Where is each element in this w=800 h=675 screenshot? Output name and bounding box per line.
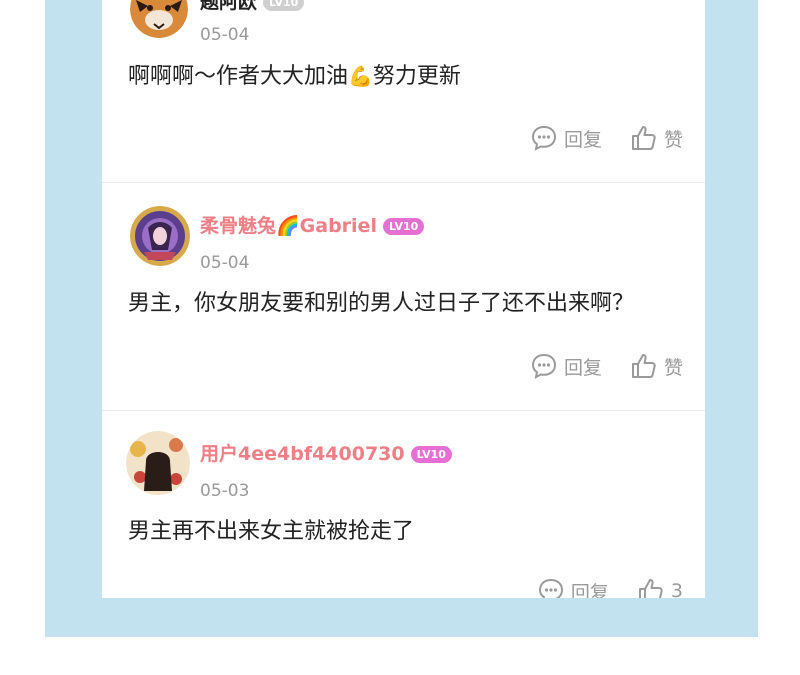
username-text: 题阿欧 xyxy=(200,0,258,13)
username[interactable]: 用户4ee4bf4400730 LV10 xyxy=(200,442,452,466)
thumbs-up-icon xyxy=(631,354,656,378)
username-text: 柔骨魅兔🌈Gabriel xyxy=(200,215,377,237)
comment-item: 用户4ee4bf4400730 LV10 05-03 男主再不出来女主就被抢走了 … xyxy=(102,411,705,598)
comment-date: 05-04 xyxy=(200,253,250,273)
comment-date: 05-03 xyxy=(200,481,250,501)
reply-button[interactable]: 回复 xyxy=(537,577,609,598)
comment-bubble-icon xyxy=(531,125,556,151)
comment-text[interactable]: 男主，你女朋友要和别的男人过日子了还不出来啊？ xyxy=(128,289,634,319)
comment-date: 05-04 xyxy=(200,25,250,45)
thumbs-up-icon xyxy=(638,579,663,598)
reply-label: 回复 xyxy=(563,356,602,379)
comment-actions: 回复 3 xyxy=(537,577,683,598)
username[interactable]: 柔骨魅兔🌈Gabriel LV10 xyxy=(200,214,425,238)
reply-label: 回复 xyxy=(563,128,602,151)
comment-actions: 回复 赞 xyxy=(530,124,683,152)
level-badge: LV10 xyxy=(382,218,425,235)
comment-item: 柔骨魅兔🌈Gabriel LV10 05-04 男主，你女朋友要和别的男人过日子了… xyxy=(102,183,705,410)
username[interactable]: 题阿欧 LV10 xyxy=(200,0,305,14)
anime-avatar[interactable] xyxy=(130,206,190,266)
comment-actions: 回复 赞 xyxy=(530,352,683,380)
comment-bubble-icon xyxy=(531,353,556,379)
comment-bubble-icon xyxy=(538,578,563,598)
like-label: 赞 xyxy=(663,128,683,151)
comment-text-part: 努力更新 xyxy=(372,64,461,89)
level-badge: LV10 xyxy=(410,446,452,463)
comment-item: 题阿欧 LV10 05-04 啊啊啊～作者大大加油💪努力更新 回复 赞 xyxy=(102,0,705,182)
girl-flower-avatar[interactable] xyxy=(126,431,190,495)
comment-text[interactable]: 男主再不出来女主就被抢走了 xyxy=(128,517,414,547)
comment-text-part: 啊啊啊～作者大大加油 xyxy=(128,64,349,89)
comment-text[interactable]: 啊啊啊～作者大大加油💪努力更新 xyxy=(128,61,461,92)
like-button[interactable]: 3 xyxy=(637,577,683,598)
reply-label: 回复 xyxy=(570,581,609,599)
comment-list[interactable]: 题阿欧 LV10 05-04 啊啊啊～作者大大加油💪努力更新 回复 赞 柔骨魅兔… xyxy=(102,0,705,598)
like-count: 3 xyxy=(670,580,683,598)
flexed-biceps-emoji: 💪 xyxy=(348,64,373,88)
username-text: 用户4ee4bf4400730 xyxy=(200,443,405,465)
reply-button[interactable]: 回复 xyxy=(530,124,602,152)
like-button[interactable]: 赞 xyxy=(630,352,683,380)
thumbs-up-icon xyxy=(631,126,656,150)
like-button[interactable]: 赞 xyxy=(630,124,683,152)
tiger-avatar[interactable] xyxy=(130,0,188,38)
level-badge: LV10 xyxy=(263,0,305,11)
reply-button[interactable]: 回复 xyxy=(530,352,602,380)
like-label: 赞 xyxy=(663,356,683,379)
